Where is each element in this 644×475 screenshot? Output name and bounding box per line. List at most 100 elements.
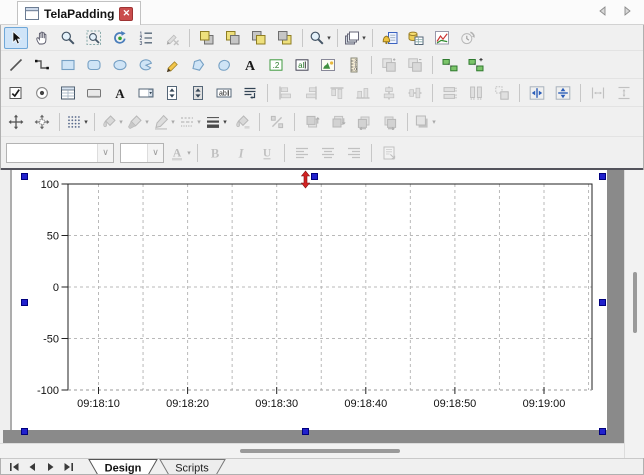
selection-handle[interactable] bbox=[21, 173, 28, 180]
insert-updown-button[interactable] bbox=[186, 82, 210, 104]
data-tables-button[interactable] bbox=[404, 27, 428, 49]
document-tab-telapadding[interactable]: TelaPadding ✕ bbox=[17, 1, 141, 25]
tab-scroll-left-button[interactable] bbox=[598, 6, 607, 16]
layers-button[interactable]: ▾ bbox=[343, 27, 367, 49]
insert-edit-button[interactable]: ab bbox=[212, 82, 236, 104]
insert-spinedit-button[interactable] bbox=[160, 82, 184, 104]
shadow-top-button[interactable] bbox=[300, 111, 324, 133]
first-page-button[interactable] bbox=[7, 461, 22, 474]
fill-color-button[interactable]: ▾ bbox=[100, 111, 124, 133]
insert-text-field-button[interactable]: al bbox=[290, 54, 314, 76]
vertical-scrollbar[interactable] bbox=[624, 170, 644, 458]
shadow-left-button[interactable] bbox=[352, 111, 376, 133]
insert-memo-button[interactable] bbox=[238, 82, 262, 104]
align-centers-horizontal-button[interactable] bbox=[377, 82, 401, 104]
font-size-combo[interactable]: ∨ bbox=[120, 143, 164, 163]
design-page[interactable] bbox=[12, 170, 607, 430]
shadow-right-button[interactable] bbox=[378, 111, 402, 133]
select-tool-button[interactable] bbox=[4, 27, 28, 49]
brush-color-button[interactable]: ▾ bbox=[126, 111, 150, 133]
font-color-button[interactable]: A▾ bbox=[168, 142, 192, 164]
draw-polygon-button[interactable] bbox=[186, 54, 210, 76]
zoom-tool-button[interactable] bbox=[56, 27, 80, 49]
form-events-button[interactable] bbox=[378, 27, 402, 49]
fill-bucket-button[interactable] bbox=[230, 111, 254, 133]
bold-button[interactable]: B bbox=[203, 142, 227, 164]
transparency-button[interactable] bbox=[265, 111, 289, 133]
font-name-combo[interactable]: ∨ bbox=[6, 143, 114, 163]
draw-polyline-button[interactable] bbox=[30, 54, 54, 76]
align-centers-vertical-button[interactable] bbox=[403, 82, 427, 104]
horizontal-scrollbar[interactable] bbox=[0, 443, 624, 458]
grid-options-button[interactable]: ▾ bbox=[65, 111, 89, 133]
tab-scroll-right-button[interactable] bbox=[623, 6, 632, 16]
align-tops-button[interactable] bbox=[325, 82, 349, 104]
underline-button[interactable]: U bbox=[255, 142, 279, 164]
bring-to-front-button[interactable] bbox=[195, 27, 219, 49]
vertical-scrollbar-thumb[interactable] bbox=[633, 272, 637, 333]
align-rights-button[interactable] bbox=[299, 82, 323, 104]
line-color-button[interactable]: ▾ bbox=[152, 111, 176, 133]
close-tab-button[interactable]: ✕ bbox=[119, 7, 133, 21]
size-mode-button[interactable] bbox=[30, 111, 54, 133]
insert-listview-button[interactable] bbox=[56, 82, 80, 104]
center-in-window-horizontal-button[interactable] bbox=[525, 82, 549, 104]
selection-handle[interactable] bbox=[599, 299, 606, 306]
same-height-button[interactable] bbox=[464, 82, 488, 104]
line-style-button[interactable]: ▾ bbox=[178, 111, 202, 133]
refresh-button[interactable] bbox=[108, 27, 132, 49]
horizontal-scrollbar-thumb[interactable] bbox=[240, 449, 400, 453]
draw-curve-button[interactable] bbox=[212, 54, 236, 76]
shadow-bottom-button[interactable] bbox=[326, 111, 350, 133]
align-text-right-button[interactable] bbox=[342, 142, 366, 164]
send-backward-button[interactable] bbox=[273, 27, 297, 49]
next-page-button[interactable] bbox=[43, 461, 58, 474]
send-to-back-button[interactable] bbox=[221, 27, 245, 49]
insert-image-button[interactable] bbox=[316, 54, 340, 76]
selection-handle[interactable] bbox=[599, 173, 606, 180]
shadow-style-button[interactable]: ▾ bbox=[413, 111, 437, 133]
bring-forward-button[interactable] bbox=[247, 27, 271, 49]
insert-checkbox-button[interactable] bbox=[4, 82, 28, 104]
data-refresh-button[interactable] bbox=[456, 27, 480, 49]
edit-locked-button[interactable] bbox=[160, 27, 184, 49]
zoom-region-tool-button[interactable] bbox=[82, 27, 106, 49]
insert-ruler-button[interactable]: 210 bbox=[342, 54, 366, 76]
group-button[interactable] bbox=[377, 54, 401, 76]
insert-radiobutton-button[interactable] bbox=[30, 82, 54, 104]
tab-order-button[interactable]: 123 bbox=[134, 27, 158, 49]
pan-tool-button[interactable] bbox=[30, 27, 54, 49]
chart-wizard-button[interactable] bbox=[430, 27, 454, 49]
insert-text-button[interactable]: A bbox=[238, 54, 262, 76]
selection-handle[interactable] bbox=[21, 299, 28, 306]
connector-add-button[interactable] bbox=[464, 54, 488, 76]
zoom-level-button[interactable]: ▾ bbox=[308, 27, 332, 49]
ungroup-button[interactable] bbox=[403, 54, 427, 76]
text-properties-button[interactable] bbox=[377, 142, 401, 164]
insert-number-field-button[interactable]: .2 bbox=[264, 54, 288, 76]
draw-rounded-rectangle-button[interactable] bbox=[82, 54, 106, 76]
move-mode-button[interactable] bbox=[4, 111, 28, 133]
insert-button-button[interactable] bbox=[82, 82, 106, 104]
same-size-button[interactable] bbox=[490, 82, 514, 104]
align-bottoms-button[interactable] bbox=[351, 82, 375, 104]
last-page-button[interactable] bbox=[61, 461, 76, 474]
align-text-left-button[interactable] bbox=[290, 142, 314, 164]
previous-page-button[interactable] bbox=[25, 461, 40, 474]
selection-handle[interactable] bbox=[599, 428, 606, 435]
selection-handle[interactable] bbox=[302, 428, 309, 435]
align-lefts-button[interactable] bbox=[273, 82, 297, 104]
insert-combobox-button[interactable] bbox=[134, 82, 158, 104]
draw-arc-button[interactable] bbox=[134, 54, 158, 76]
space-equally-vertical-button[interactable] bbox=[612, 82, 636, 104]
center-in-window-vertical-button[interactable] bbox=[551, 82, 575, 104]
draw-ellipse-button[interactable] bbox=[108, 54, 132, 76]
connector-button[interactable] bbox=[438, 54, 462, 76]
space-equally-horizontal-button[interactable] bbox=[586, 82, 610, 104]
align-text-center-button[interactable] bbox=[316, 142, 340, 164]
italic-button[interactable]: I bbox=[229, 142, 253, 164]
draw-rectangle-button[interactable] bbox=[56, 54, 80, 76]
draw-freehand-button[interactable] bbox=[160, 54, 184, 76]
line-width-button[interactable]: ▾ bbox=[204, 111, 228, 133]
insert-label-button[interactable]: A bbox=[108, 82, 132, 104]
